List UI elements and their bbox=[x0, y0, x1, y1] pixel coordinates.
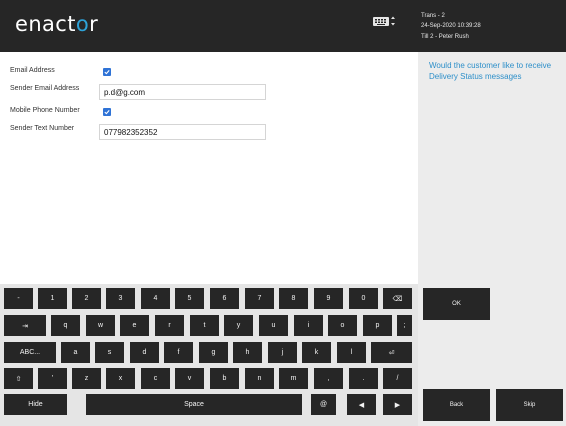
key[interactable]: y bbox=[224, 315, 253, 336]
shift-key[interactable]: ⇧ bbox=[4, 368, 33, 389]
enactor-logo: enactor bbox=[15, 12, 99, 36]
key[interactable]: u bbox=[259, 315, 288, 336]
abc-key[interactable]: ABC... bbox=[4, 342, 56, 363]
check-icon bbox=[104, 110, 110, 115]
key[interactable]: a bbox=[61, 342, 90, 363]
hide-keyboard-button[interactable]: Hide bbox=[4, 394, 67, 415]
tab-key[interactable]: ⇥ bbox=[4, 315, 46, 336]
till-operator: Till 2 - Peter Rush bbox=[421, 34, 469, 40]
key[interactable]: h bbox=[233, 342, 262, 363]
key[interactable]: - bbox=[4, 288, 33, 309]
key[interactable]: k bbox=[302, 342, 331, 363]
key[interactable]: n bbox=[245, 368, 274, 389]
email-address-checkbox[interactable] bbox=[103, 68, 111, 76]
ok-button[interactable]: OK bbox=[423, 288, 490, 320]
key[interactable]: ; bbox=[397, 315, 412, 336]
key[interactable]: j bbox=[268, 342, 297, 363]
key[interactable]: s bbox=[95, 342, 124, 363]
key[interactable]: b bbox=[210, 368, 239, 389]
at-key[interactable]: @ bbox=[311, 394, 336, 415]
key[interactable]: z bbox=[72, 368, 101, 389]
key[interactable]: 3 bbox=[106, 288, 135, 309]
transaction-datetime: 24-Sep-2020 10:39:28 bbox=[421, 23, 481, 29]
key[interactable]: c bbox=[141, 368, 170, 389]
check-icon bbox=[104, 70, 110, 75]
key[interactable]: v bbox=[175, 368, 204, 389]
back-button[interactable]: Back bbox=[423, 389, 490, 421]
key[interactable]: 6 bbox=[210, 288, 239, 309]
right-panel: Would the customer like to receive Deliv… bbox=[418, 52, 566, 426]
key[interactable]: 0 bbox=[349, 288, 378, 309]
key[interactable]: , bbox=[314, 368, 343, 389]
key[interactable]: 7 bbox=[245, 288, 274, 309]
prompt-message: Would the customer like to receive Deliv… bbox=[429, 61, 552, 81]
backspace-key[interactable]: ⌫ bbox=[383, 288, 412, 309]
sender-email-field[interactable]: p.d@g.com bbox=[99, 84, 266, 100]
skip-button[interactable]: Skip bbox=[496, 389, 563, 421]
sender-text-field[interactable]: 077982352352 bbox=[99, 124, 266, 140]
key[interactable]: f bbox=[164, 342, 193, 363]
key[interactable]: o bbox=[328, 315, 357, 336]
key[interactable]: 2 bbox=[72, 288, 101, 309]
key[interactable]: / bbox=[383, 368, 412, 389]
email-address-label: Email Address bbox=[10, 67, 55, 74]
key[interactable]: r bbox=[155, 315, 184, 336]
key[interactable]: w bbox=[86, 315, 115, 336]
enter-key[interactable]: ⏎ bbox=[371, 342, 412, 363]
left-arrow-key[interactable]: ◀ bbox=[347, 394, 376, 415]
key[interactable]: e bbox=[120, 315, 149, 336]
key[interactable]: 1 bbox=[38, 288, 67, 309]
mobile-phone-label: Mobile Phone Number bbox=[10, 107, 80, 114]
space-key[interactable]: Space bbox=[86, 394, 302, 415]
right-arrow-key[interactable]: ▶ bbox=[383, 394, 412, 415]
sender-email-label: Sender Email Address bbox=[10, 85, 80, 92]
key[interactable]: . bbox=[349, 368, 378, 389]
key[interactable]: i bbox=[294, 315, 323, 336]
mobile-phone-checkbox[interactable] bbox=[103, 108, 111, 116]
key[interactable]: g bbox=[199, 342, 228, 363]
key[interactable]: 8 bbox=[279, 288, 308, 309]
key[interactable]: 4 bbox=[141, 288, 170, 309]
key[interactable]: p bbox=[363, 315, 392, 336]
key[interactable]: ' bbox=[38, 368, 67, 389]
key[interactable]: m bbox=[279, 368, 308, 389]
sender-text-label: Sender Text Number bbox=[10, 125, 75, 132]
key[interactable]: t bbox=[190, 315, 219, 336]
key[interactable]: q bbox=[51, 315, 80, 336]
header-bar: enactor Trans - 2 24-Sep-2020 10:39:28 T… bbox=[0, 0, 566, 52]
key[interactable]: d bbox=[130, 342, 159, 363]
keyboard-icon[interactable] bbox=[373, 15, 395, 29]
key[interactable]: 5 bbox=[175, 288, 204, 309]
key[interactable]: 9 bbox=[314, 288, 343, 309]
key[interactable]: l bbox=[337, 342, 366, 363]
transaction-number: Trans - 2 bbox=[421, 13, 445, 19]
key[interactable]: x bbox=[106, 368, 135, 389]
